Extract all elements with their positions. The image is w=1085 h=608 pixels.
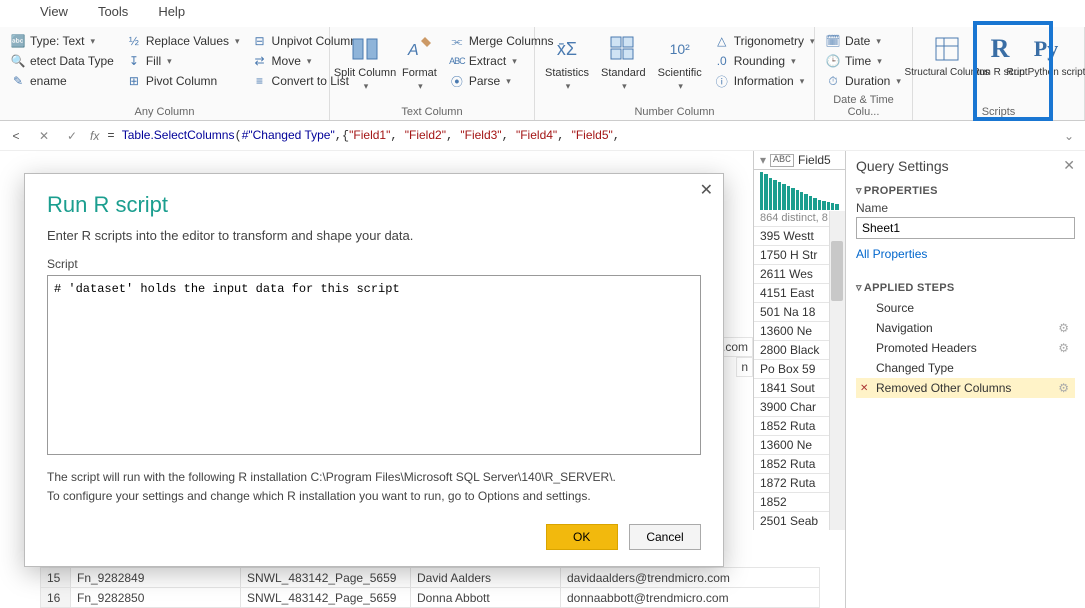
formula-text[interactable]: = Table.SelectColumns(#"Changed Type",{"… bbox=[107, 128, 1051, 143]
step-gear-icon[interactable]: ⚙ bbox=[1058, 321, 1069, 335]
trig-button[interactable]: △Trigonometry▾ bbox=[710, 31, 819, 51]
split-column-button[interactable]: Split Column▾ bbox=[336, 31, 394, 94]
detect-type-button[interactable]: 🔍etect Data Type bbox=[6, 51, 118, 71]
type-text-icon: ABC bbox=[770, 154, 794, 167]
information-button[interactable]: ⓘInformation▾ bbox=[710, 71, 819, 91]
menu-view[interactable]: View bbox=[40, 4, 68, 19]
format-button[interactable]: A Format▾ bbox=[398, 31, 441, 94]
preview-scrollbar[interactable] bbox=[829, 211, 845, 530]
column-profile-spark bbox=[754, 170, 845, 212]
group-scripts: Scripts bbox=[919, 104, 1078, 118]
query-settings-close-icon[interactable]: ✕ bbox=[1063, 157, 1075, 174]
column-nav-icon[interactable]: ▾ bbox=[760, 153, 766, 167]
script-editor[interactable] bbox=[47, 275, 701, 455]
structured-column-button[interactable]: Structural Columns bbox=[919, 31, 975, 80]
query-settings-title: Query Settings bbox=[856, 158, 949, 174]
date-button[interactable]: 🗓Date▾ bbox=[821, 31, 905, 51]
applied-step[interactable]: Promoted Headers⚙ bbox=[856, 338, 1075, 358]
fill-button[interactable]: ↧Fill▾ bbox=[122, 51, 244, 71]
column-header-field5[interactable]: ▾ ABC Field5 bbox=[754, 151, 845, 170]
menu-bar: View Tools Help bbox=[0, 0, 1085, 27]
applied-step[interactable]: Source⚙ bbox=[856, 298, 1075, 318]
applied-steps-header[interactable]: APPLIED STEPS bbox=[856, 281, 1075, 294]
group-text-column: Text Column bbox=[336, 104, 528, 118]
rename-button[interactable]: ✎ename bbox=[6, 71, 118, 91]
svg-text:A: A bbox=[407, 42, 419, 59]
all-properties-link[interactable]: All Properties bbox=[856, 247, 927, 261]
menu-tools[interactable]: Tools bbox=[98, 4, 128, 19]
rounding-button[interactable]: .0Rounding▾ bbox=[710, 51, 819, 71]
applied-step[interactable]: Navigation⚙ bbox=[856, 318, 1075, 338]
dialog-title: Run R script bbox=[47, 192, 701, 218]
name-label: Name bbox=[856, 201, 1075, 215]
formula-expand-icon[interactable]: ⌄ bbox=[1059, 129, 1079, 143]
formula-cancel-icon[interactable]: ✕ bbox=[34, 129, 54, 143]
step-gear-icon[interactable]: ⚙ bbox=[1058, 381, 1069, 395]
group-number-column: Number Column bbox=[541, 104, 808, 118]
replace-values-button[interactable]: ½Replace Values▾ bbox=[122, 31, 244, 51]
cell-fragment: n bbox=[736, 357, 753, 377]
script-label: Script bbox=[47, 257, 78, 271]
duration-button[interactable]: ⏱Duration▾ bbox=[821, 71, 905, 91]
query-settings-pane: Query Settings ✕ PROPERTIES Name All Pro… bbox=[845, 151, 1085, 608]
time-button[interactable]: 🕒Time▾ bbox=[821, 51, 905, 71]
cancel-button[interactable]: Cancel bbox=[629, 524, 701, 550]
standard-button[interactable]: Standard▾ bbox=[597, 31, 650, 94]
fx-icon[interactable]: fx bbox=[90, 129, 99, 143]
menu-help[interactable]: Help bbox=[158, 4, 185, 19]
step-gear-icon[interactable]: ⚙ bbox=[1058, 341, 1069, 355]
properties-header[interactable]: PROPERTIES bbox=[856, 184, 1075, 197]
run-r-script-dialog: ✕ Run R script Enter R scripts into the … bbox=[24, 173, 724, 567]
format-icon: A bbox=[403, 33, 435, 65]
ribbon: 🔤Type: Text▾ 🔍etect Data Type ✎ename ½Re… bbox=[0, 27, 1085, 121]
nav-back-button[interactable]: < bbox=[6, 129, 26, 143]
applied-step[interactable]: Changed Type⚙ bbox=[856, 358, 1075, 378]
applied-steps-list: Source⚙Navigation⚙Promoted Headers⚙Chang… bbox=[856, 298, 1075, 398]
group-datetime: Date & Time Colu... bbox=[821, 92, 906, 118]
scientific-button[interactable]: 10²Scientific▾ bbox=[654, 31, 706, 94]
applied-step[interactable]: Removed Other Columns⚙ bbox=[856, 378, 1075, 398]
run-python-script-button[interactable]: PyRun Python script bbox=[1025, 31, 1067, 80]
query-name-input[interactable] bbox=[856, 217, 1075, 239]
ok-button[interactable]: OK bbox=[546, 524, 618, 550]
split-icon bbox=[349, 33, 381, 65]
dialog-description: Enter R scripts into the editor to trans… bbox=[47, 228, 701, 243]
dialog-footer: The script will run with the following R… bbox=[47, 468, 701, 506]
data-type-button[interactable]: 🔤Type: Text▾ bbox=[6, 31, 118, 51]
table-row[interactable]: 15Fn_9282849SNWL_483142_Page_5659David A… bbox=[41, 568, 820, 588]
statistics-button[interactable]: x̄ΣStatistics▾ bbox=[541, 31, 593, 94]
formula-accept-icon[interactable]: ✓ bbox=[62, 129, 82, 143]
dialog-close-icon[interactable]: ✕ bbox=[700, 180, 713, 200]
formula-bar: < ✕ ✓ fx = Table.SelectColumns(#"Changed… bbox=[0, 121, 1085, 151]
group-any-column: Any Column bbox=[6, 104, 323, 118]
table-row[interactable]: 16Fn_9282850SNWL_483142_Page_5659Donna A… bbox=[41, 588, 820, 608]
pivot-button[interactable]: ⊞Pivot Column bbox=[122, 71, 244, 91]
